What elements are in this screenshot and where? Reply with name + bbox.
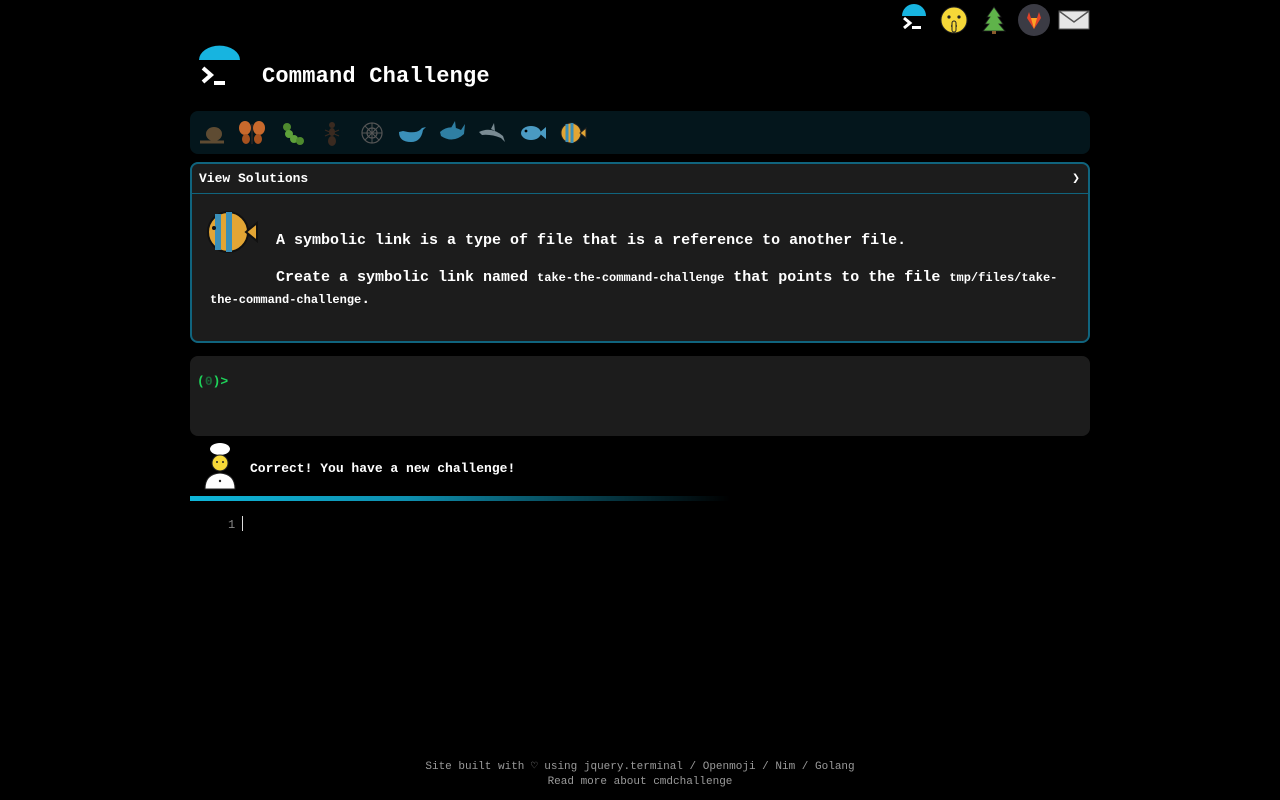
shark-icon[interactable] (436, 117, 468, 149)
prompt-count: 0 (204, 374, 213, 389)
footer-separator: / (801, 761, 809, 773)
shushing-face-icon[interactable] (938, 4, 970, 36)
view-solutions-label: View Solutions (199, 171, 309, 186)
view-solutions-toggle[interactable]: View Solutions ❯ (192, 164, 1088, 194)
chevron-right-icon: ❯ (1072, 171, 1080, 186)
ant-icon[interactable] (316, 117, 348, 149)
level-bar (190, 111, 1090, 154)
terminal[interactable]: (0)> (190, 356, 1090, 436)
openmoji-link[interactable]: Openmoji (703, 761, 756, 773)
prompt-open: ( (197, 374, 205, 389)
footer-built-text: Site built with (425, 761, 525, 773)
nim-link[interactable]: Nim (775, 761, 795, 773)
golang-link[interactable]: Golang (815, 761, 855, 773)
caterpillar-icon[interactable] (276, 117, 308, 149)
task-text-prefix: Create a symbolic link named (276, 269, 538, 286)
challenge-panel: View Solutions ❯ A symbolic link is a ty… (190, 162, 1090, 343)
link-name: take-the-command-challenge (537, 271, 725, 285)
jquery-terminal-link[interactable]: jquery.terminal (584, 761, 683, 773)
read-more-link[interactable]: Read more about cmdchallenge (0, 775, 1280, 790)
progress-bar (190, 496, 730, 501)
task-text-end: . (361, 291, 371, 308)
tropical-fish-icon[interactable] (556, 117, 588, 149)
terminal-logo-icon[interactable] (898, 4, 930, 36)
evergreen-tree-icon[interactable] (978, 4, 1010, 36)
whale-icon[interactable] (396, 117, 428, 149)
challenge-description: A symbolic link is a type of file that i… (276, 232, 907, 249)
spider-web-icon[interactable] (356, 117, 388, 149)
challenge-body: A symbolic link is a type of file that i… (192, 194, 1088, 323)
challenge-task: Create a symbolic link named take-the-co… (210, 267, 1070, 311)
tropical-fish-icon (202, 208, 258, 261)
text-cursor (242, 516, 243, 531)
heart-icon: ♡ (531, 761, 538, 773)
footer: Site built with ♡ using jquery.terminal … (0, 760, 1280, 790)
butterfly-icon[interactable] (236, 117, 268, 149)
site-logo-icon[interactable] (190, 44, 250, 100)
feedback-message: Correct! You have a new challenge! (250, 460, 516, 476)
line-number: 1 (228, 518, 236, 532)
gitlab-icon[interactable] (1018, 4, 1050, 36)
footer-using-text: using (544, 761, 578, 773)
site-header: Command Challenge (190, 44, 1090, 100)
dolphin-icon[interactable] (476, 117, 508, 149)
footer-separator: / (762, 761, 769, 773)
snail-icon[interactable] (196, 117, 228, 149)
cook-icon (190, 436, 250, 496)
prompt-close: )> (212, 374, 229, 389)
page-title: Command Challenge (262, 63, 490, 89)
prompt: (0)> (197, 374, 228, 389)
command-editor[interactable]: 1 (190, 514, 1090, 544)
fish-icon[interactable] (516, 117, 548, 149)
feedback-row: Correct! You have a new challenge! (190, 436, 1090, 496)
task-text-middle: that points to the file (724, 269, 950, 286)
envelope-icon[interactable] (1058, 4, 1090, 36)
footer-separator: / (689, 761, 697, 773)
footer-credits: Site built with ♡ using jquery.terminal … (0, 760, 1280, 775)
top-nav (898, 0, 1090, 40)
